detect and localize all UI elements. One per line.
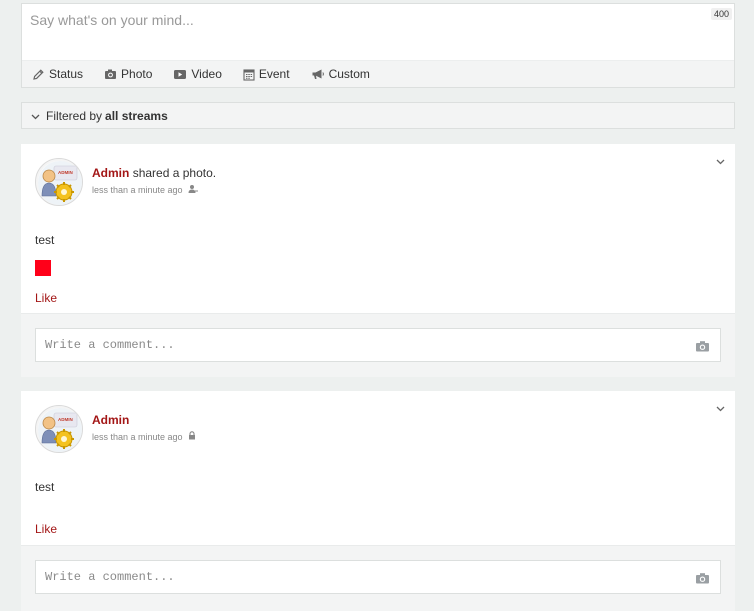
avatar[interactable]: ADMIN xyxy=(35,158,83,206)
author-link[interactable]: Admin xyxy=(92,413,129,427)
tab-photo[interactable]: Photo xyxy=(104,67,152,81)
tab-custom-label: Custom xyxy=(328,67,370,81)
post-timestamp[interactable]: less than a minute ago xyxy=(92,185,183,195)
composer-tabs: Status Photo Video Event Custom xyxy=(22,60,734,87)
svg-text:ADMIN: ADMIN xyxy=(58,170,73,175)
comment-box xyxy=(35,328,721,362)
post-photo[interactable] xyxy=(35,260,51,276)
tab-event[interactable]: Event xyxy=(243,67,290,81)
post-timestamp[interactable]: less than a minute ago xyxy=(92,432,183,442)
post-headline: Admin shared a photo. xyxy=(92,166,216,180)
tab-custom[interactable]: Custom xyxy=(311,67,370,81)
comment-box xyxy=(35,560,721,594)
author-link[interactable]: Admin xyxy=(92,166,129,180)
lock-icon xyxy=(188,431,196,442)
comment-area xyxy=(21,313,735,377)
chevron-down-icon xyxy=(31,109,46,123)
post-meta: less than a minute ago xyxy=(92,431,196,442)
post-options-chevron-icon[interactable] xyxy=(716,401,725,415)
avatar[interactable]: ADMIN xyxy=(35,405,83,453)
pencil-icon xyxy=(32,68,45,81)
stream-filter[interactable]: Filtered by all streams xyxy=(21,102,735,129)
tab-status-label: Status xyxy=(49,67,84,81)
tab-status[interactable]: Status xyxy=(32,67,83,81)
post-options-chevron-icon[interactable] xyxy=(716,154,725,168)
status-input[interactable] xyxy=(22,4,734,61)
post-action: shared a photo. xyxy=(132,166,217,180)
like-link[interactable]: Like xyxy=(35,291,57,305)
calendar-icon xyxy=(243,68,255,81)
status-composer: 400 Status Photo Video Event xyxy=(21,3,735,88)
tab-photo-label: Photo xyxy=(121,67,153,81)
like-link[interactable]: Like xyxy=(35,522,57,536)
camera-icon[interactable] xyxy=(695,340,710,355)
camera-icon[interactable] xyxy=(695,572,710,587)
post-headline: Admin xyxy=(92,413,129,427)
user-icon xyxy=(188,184,198,196)
comment-input[interactable] xyxy=(36,329,720,361)
camera-icon xyxy=(104,68,117,80)
post-meta: less than a minute ago xyxy=(92,184,198,196)
comment-input[interactable] xyxy=(36,561,720,593)
post-text: test xyxy=(35,233,55,247)
tab-video[interactable]: Video xyxy=(173,67,222,81)
tab-event-label: Event xyxy=(258,67,290,81)
tab-video-label: Video xyxy=(191,67,222,81)
char-count-badge: 400 xyxy=(710,8,732,20)
filter-value: all streams xyxy=(105,108,168,123)
post-text: test xyxy=(35,480,55,494)
video-icon xyxy=(173,69,187,80)
stream-post: ADMIN Admin less than a minute ago test … xyxy=(21,391,735,611)
comment-area xyxy=(21,545,735,611)
megaphone-icon xyxy=(311,68,325,80)
svg-text:ADMIN: ADMIN xyxy=(58,417,73,422)
stream-post: ADMIN Admin shared a photo. less than a … xyxy=(21,144,735,377)
filter-prefix: Filtered by xyxy=(46,108,103,123)
